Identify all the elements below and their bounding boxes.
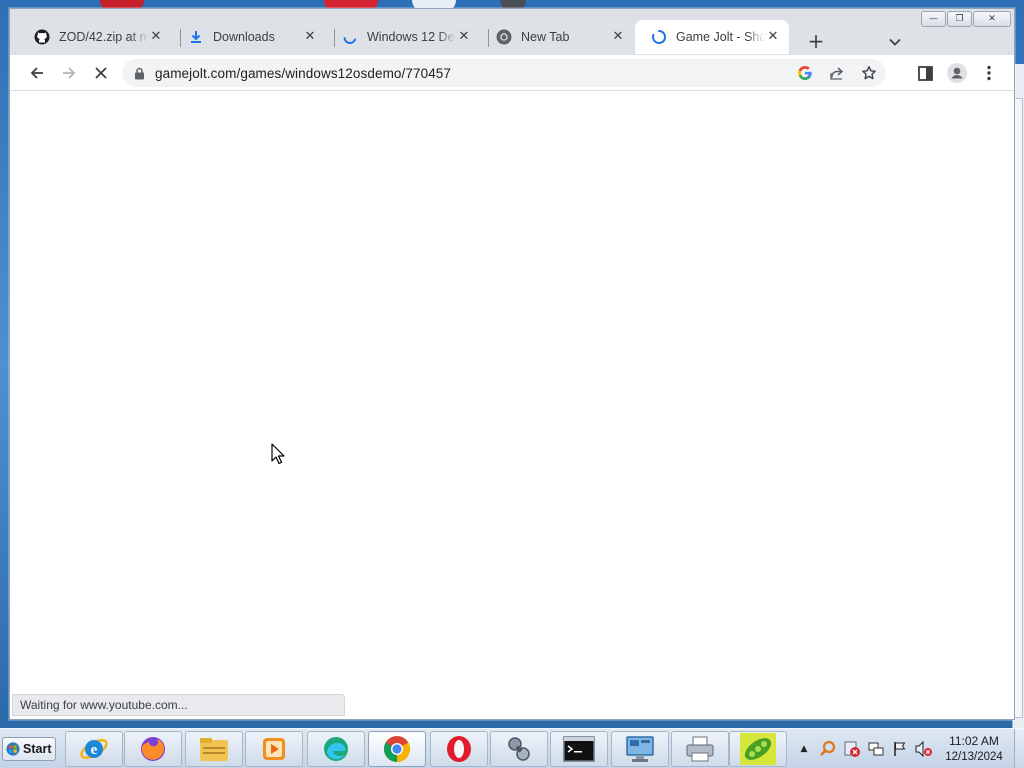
security-alert-icon (844, 741, 860, 757)
url-text: gamejolt.com/games/windows12osdemo/77045… (155, 65, 452, 81)
volume-muted-icon (915, 741, 932, 757)
taskbar-printer[interactable] (671, 731, 729, 767)
tab-windows12-demo[interactable]: Windows 12 Den ✕ (326, 20, 480, 54)
close-tab-icon[interactable]: ✕ (456, 29, 472, 45)
chevron-down-icon (889, 38, 901, 46)
tray-search-app[interactable] (818, 739, 838, 759)
windows-logo-icon (6, 742, 20, 756)
browser-toolbar: gamejolt.com/games/windows12osdemo/77045… (10, 55, 1014, 91)
tab-github[interactable]: ZOD/42.zip at m ✕ (18, 20, 172, 54)
close-tab-icon[interactable]: ✕ (765, 29, 781, 45)
printer-icon (686, 736, 714, 762)
start-label: Start (23, 742, 52, 756)
system-tray: ▲ (794, 729, 934, 768)
opera-icon (447, 736, 471, 762)
tab-title: New Tab (521, 30, 570, 44)
taskbar-firefox[interactable] (124, 731, 182, 767)
background-window-scrollbar[interactable] (1014, 98, 1023, 718)
flag-icon (894, 742, 906, 756)
taskbar-edge[interactable] (307, 731, 365, 767)
stop-loading-button[interactable] (88, 60, 114, 86)
forward-button[interactable] (56, 60, 82, 86)
browser-window: — ❐ ✕ ZOD/42.zip at m ✕ Downloads ✕ Wind… (9, 8, 1015, 720)
taskbar-peapod[interactable] (729, 731, 787, 767)
github-icon (34, 29, 50, 45)
magnifier-icon (820, 740, 836, 756)
back-button[interactable] (24, 60, 50, 86)
close-tab-icon[interactable]: ✕ (148, 29, 164, 45)
tab-title: Windows 12 Den (367, 30, 456, 44)
arrow-left-icon (30, 67, 43, 79)
google-icon (798, 66, 812, 80)
avatar-icon (947, 63, 967, 83)
taskbar-network-tool[interactable] (490, 731, 548, 767)
tray-volume[interactable] (914, 739, 934, 759)
network-tool-icon (508, 737, 530, 761)
close-tab-icon[interactable]: ✕ (610, 29, 626, 45)
control-panel-icon (626, 736, 654, 762)
side-panel-icon (917, 65, 933, 81)
omnibox-actions (792, 61, 882, 85)
tab-game-jolt[interactable]: Game Jolt - Shar ✕ (635, 20, 789, 54)
tab-title: ZOD/42.zip at m (59, 30, 148, 44)
taskbar-opera[interactable] (430, 731, 488, 767)
start-button[interactable]: Start (2, 737, 56, 761)
mouse-pointer-icon (271, 443, 285, 465)
tab-title: Game Jolt - Shar (676, 30, 765, 44)
tab-search-button[interactable] (883, 30, 907, 54)
clock-time: 11:02 AM (949, 734, 999, 748)
kebab-menu-icon (987, 65, 991, 81)
share-icon (830, 67, 844, 80)
menu-button[interactable] (976, 60, 1002, 86)
taskbar-command-prompt[interactable] (550, 731, 608, 767)
plus-icon: + (807, 29, 825, 53)
tab-title: Downloads (213, 30, 275, 44)
taskbar-internet-explorer[interactable]: e (65, 731, 123, 767)
loading-spinner-icon (651, 29, 667, 45)
taskbar: Start e ▲ 11:02 AM 12/13/2024 (0, 728, 1024, 768)
address-bar[interactable]: gamejolt.com/games/windows12osdemo/77045… (122, 59, 886, 87)
tab-downloads[interactable]: Downloads ✕ (172, 20, 326, 54)
taskbar-control-panel[interactable] (611, 731, 669, 767)
arrow-right-icon (63, 67, 76, 79)
new-tab-button[interactable]: + (804, 30, 828, 54)
taskbar-chrome[interactable] (368, 731, 426, 767)
edge-icon (324, 737, 348, 761)
internet-explorer-icon: e (80, 739, 108, 759)
command-prompt-icon (563, 736, 595, 762)
network-icon (868, 742, 884, 756)
download-icon (188, 29, 204, 45)
taskbar-clock[interactable]: 11:02 AM 12/13/2024 (938, 733, 1010, 765)
close-tab-icon[interactable]: ✕ (302, 29, 318, 45)
peapod-icon (740, 733, 776, 765)
tab-new-tab[interactable]: New Tab ✕ (480, 20, 634, 54)
tray-security-app[interactable] (842, 739, 862, 759)
bookmark-button[interactable] (856, 61, 882, 85)
chevron-up-icon: ▲ (800, 744, 808, 754)
stop-x-icon (95, 67, 107, 79)
firefox-icon (141, 737, 165, 761)
google-lens-button[interactable] (792, 61, 818, 85)
show-hidden-icons-button[interactable]: ▲ (794, 739, 814, 759)
taskbar-file-explorer[interactable] (185, 731, 243, 767)
file-explorer-icon (200, 738, 228, 761)
tray-network[interactable] (866, 739, 886, 759)
tray-action-center[interactable] (890, 739, 910, 759)
media-player-icon (263, 738, 285, 760)
page-viewport[interactable]: Waiting for www.youtube.com... (10, 91, 1014, 719)
side-panel-button[interactable] (912, 60, 938, 86)
clock-date: 12/13/2024 (945, 751, 1003, 763)
status-bubble: Waiting for www.youtube.com... (12, 694, 345, 716)
lock-icon (135, 67, 144, 79)
chrome-icon (383, 736, 411, 763)
show-desktop-button[interactable] (1014, 729, 1024, 768)
chrome-icon (496, 29, 512, 45)
tab-strip: ZOD/42.zip at m ✕ Downloads ✕ Windows 12… (10, 17, 1014, 55)
share-button[interactable] (824, 61, 850, 85)
profile-button[interactable] (944, 60, 970, 86)
svg-text:e: e (91, 742, 98, 758)
star-icon (862, 66, 876, 80)
taskbar-media-player[interactable] (245, 731, 303, 767)
loading-spinner-icon (342, 29, 358, 45)
